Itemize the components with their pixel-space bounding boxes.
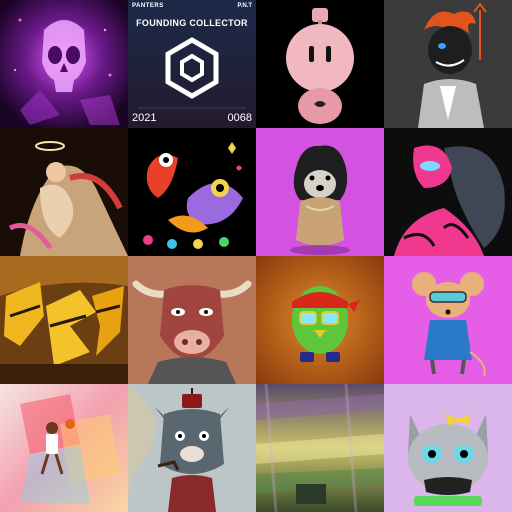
cartoon-birds-icon [128, 128, 256, 256]
gallery-tile-14[interactable] [128, 384, 256, 512]
basketball-player-collage-icon [0, 384, 128, 512]
brand-left-label: PANTERS [132, 3, 164, 9]
pink-masked-creature-icon [384, 128, 512, 256]
gallery-tile-3[interactable] [256, 0, 384, 128]
founding-collector-title: FOUNDING COLLECTOR [136, 18, 248, 28]
gallery-tile-12[interactable] [384, 256, 512, 384]
gallery-tile-7[interactable] [256, 128, 384, 256]
bull-character-icon [128, 256, 256, 384]
gallery-tile-13[interactable] [0, 384, 128, 512]
gallery-tile-10[interactable] [128, 256, 256, 384]
gallery-tile-1[interactable] [0, 0, 128, 128]
red-haired-demon-icon [384, 0, 512, 128]
gray-cat-bow-icon [384, 384, 512, 512]
gallery-tile-16[interactable] [384, 384, 512, 512]
pink-robot-character-icon [256, 0, 384, 128]
husky-dog-3d-icon [256, 128, 384, 256]
gallery-tile-4[interactable] [384, 0, 512, 128]
gallery-tile-9[interactable] [0, 256, 128, 384]
bulldog-smoking-pipe-icon [128, 384, 256, 512]
nft-gallery-grid: PANTERS P.N.T FOUNDING COLLECTOR 2021 00… [0, 0, 512, 512]
gallery-tile-6[interactable] [128, 128, 256, 256]
year-label: 2021 [132, 112, 157, 124]
gallery-tile-15[interactable] [256, 384, 384, 512]
mouse-character-icon [384, 256, 512, 384]
angel-reclining-figure-icon [0, 128, 128, 256]
crystal-skull-icon [0, 0, 128, 128]
edition-number-label: 0068 [227, 112, 252, 124]
gallery-tile-5[interactable] [0, 128, 128, 256]
abstract-glitch-landscape-icon [256, 384, 384, 512]
graffiti-letters-icon [0, 256, 128, 384]
gallery-tile-11[interactable] [256, 256, 384, 384]
gallery-tile-8[interactable] [384, 128, 512, 256]
gallery-tile-2[interactable]: PANTERS P.N.T FOUNDING COLLECTOR 2021 00… [128, 0, 256, 128]
green-bird-bandana-icon [256, 256, 384, 384]
brand-right-label: P.N.T [237, 3, 252, 9]
